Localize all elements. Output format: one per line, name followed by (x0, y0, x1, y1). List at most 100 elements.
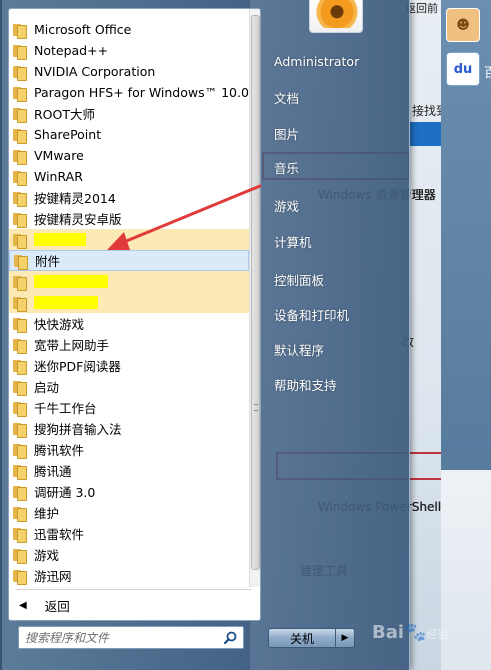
folder-icon (13, 44, 27, 60)
program-item[interactable]: Paragon HFS+ for Windows™ 10.0 (9, 82, 249, 103)
folder-icon (13, 338, 27, 354)
folder-icon (13, 128, 27, 144)
back-button[interactable]: ◀ 返回 (9, 593, 249, 617)
folder-icon (13, 380, 27, 396)
folder-icon (13, 65, 27, 81)
program-item-label: 迷你PDF阅读器 (34, 359, 121, 374)
flower-image (316, 0, 358, 28)
folder-icon (13, 107, 27, 123)
program-item-label: 按键精灵安卓版 (34, 212, 122, 227)
program-item-label: 迅雷软件 (34, 527, 85, 542)
program-item-label: 调研通 3.0 (34, 485, 96, 500)
program-item[interactable]: VMware (9, 145, 249, 166)
program-item-label: 游戏 (34, 548, 60, 563)
folder-icon (13, 170, 27, 186)
program-item[interactable]: ROOT大师 (9, 103, 249, 124)
program-item-label: 按键精灵2014 (34, 191, 116, 206)
nav-music[interactable]: 音乐 (274, 158, 299, 178)
folder-icon (13, 212, 27, 228)
program-item[interactable]: 千牛工作台 (9, 397, 249, 418)
right-panel-lower (441, 470, 491, 670)
program-item[interactable]: 附件 (9, 250, 249, 271)
scrollbar-grip-icon (254, 404, 258, 411)
nav-devices-printers[interactable]: 设备和打印机 (274, 305, 349, 325)
program-item[interactable]: 游戏 (9, 544, 249, 565)
program-item-label: 维护 (34, 506, 60, 521)
back-arrow-icon: ◀ (19, 599, 27, 611)
program-item-label: VMware (34, 148, 84, 163)
program-item[interactable]: Notepad++ (9, 40, 249, 61)
right-panel-char: 百 (484, 66, 491, 81)
program-item[interactable]: WinRAR (9, 166, 249, 187)
program-item-label: 腾讯通 (34, 464, 72, 479)
folder-icon (13, 359, 27, 375)
program-item[interactable]: 启动 (9, 376, 249, 397)
program-item-label: 附件 (35, 254, 61, 269)
program-item[interactable]: 腾讯通 (9, 460, 249, 481)
folder-icon (13, 296, 27, 312)
program-list-scrollbar[interactable] (249, 9, 260, 587)
program-item[interactable]: 迅雷软件 (9, 523, 249, 544)
program-item[interactable]: 快快游戏 (9, 313, 249, 334)
folder-icon (13, 527, 27, 543)
nav-administrator[interactable]: Administrator (274, 54, 359, 74)
folder-icon (13, 506, 27, 522)
program-item-label: Microsoft Office (34, 22, 132, 37)
folder-icon (13, 548, 27, 564)
chat-avatar-icon[interactable]: ☻ (446, 8, 480, 42)
program-item[interactable] (9, 229, 249, 250)
nav-control-panel[interactable]: 控制面板 (274, 270, 324, 290)
program-item-label: SharePoint (34, 127, 102, 142)
nav-pictures[interactable]: 图片 (274, 124, 299, 144)
program-item[interactable]: SharePoint (9, 124, 249, 145)
program-item[interactable]: NVIDIA Corporation (9, 61, 249, 82)
program-item[interactable]: 搜狗拼音输入法 (9, 418, 249, 439)
baidu-paw-icon[interactable]: du (446, 52, 480, 86)
search-placeholder: 搜索程序和文件 (25, 631, 110, 645)
nav-games[interactable]: 游戏 (274, 196, 299, 216)
back-label: 返回 (44, 598, 70, 614)
program-item[interactable]: 按键精灵2014 (9, 187, 249, 208)
folder-icon (13, 485, 27, 501)
folder-icon (13, 317, 27, 333)
baidu-watermark: Bai🐾经验 (372, 622, 449, 643)
back-divider (15, 589, 251, 590)
program-item[interactable]: 游迅网 (9, 565, 249, 586)
folder-icon (13, 401, 27, 417)
program-item[interactable] (9, 271, 249, 292)
nav-help-support[interactable]: 帮助和支持 (274, 375, 337, 395)
scrollbar-thumb[interactable] (251, 15, 260, 570)
program-item[interactable]: 腾讯软件 (9, 439, 249, 460)
search-input[interactable]: 搜索程序和文件 (18, 626, 244, 649)
program-item[interactable]: 按键精灵安卓版 (9, 208, 249, 229)
search-icon[interactable] (224, 631, 237, 644)
folder-icon (13, 569, 27, 585)
program-item[interactable]: 维护 (9, 502, 249, 523)
shutdown-options-button[interactable]: ▶ (336, 628, 355, 648)
program-item[interactable] (9, 292, 249, 313)
nav-default-programs[interactable]: 默认程序 (274, 340, 324, 360)
program-item-label: 启动 (34, 380, 60, 395)
chevron-right-icon: ▶ (341, 633, 349, 643)
nav-computer[interactable]: 计算机 (274, 232, 312, 252)
folder-icon (13, 86, 27, 102)
program-item[interactable]: 宽带上网助手 (9, 334, 249, 355)
folder-icon (13, 191, 27, 207)
program-item[interactable]: Microsoft Office (9, 19, 249, 40)
program-item[interactable]: 迷你PDF阅读器 (9, 355, 249, 376)
program-list: Microsoft Office Notepad++ NVIDIA Corporat… (9, 9, 249, 587)
program-item-label: WinRAR (34, 169, 83, 184)
nav-documents[interactable]: 文档 (274, 88, 299, 108)
background-text-2: 理器 (412, 188, 437, 202)
folder-icon (13, 149, 27, 165)
program-item-label: 游迅网 (34, 569, 72, 584)
redaction-mark (34, 296, 98, 309)
shutdown-button[interactable]: 关机 (268, 628, 336, 648)
program-item-label: 千牛工作台 (34, 401, 97, 416)
folder-icon (13, 422, 27, 438)
folder-icon (13, 464, 27, 480)
program-item-label: 快快游戏 (34, 317, 85, 332)
folder-icon (14, 254, 28, 270)
user-picture[interactable] (309, 0, 363, 33)
program-item[interactable]: 调研通 3.0 (9, 481, 249, 502)
